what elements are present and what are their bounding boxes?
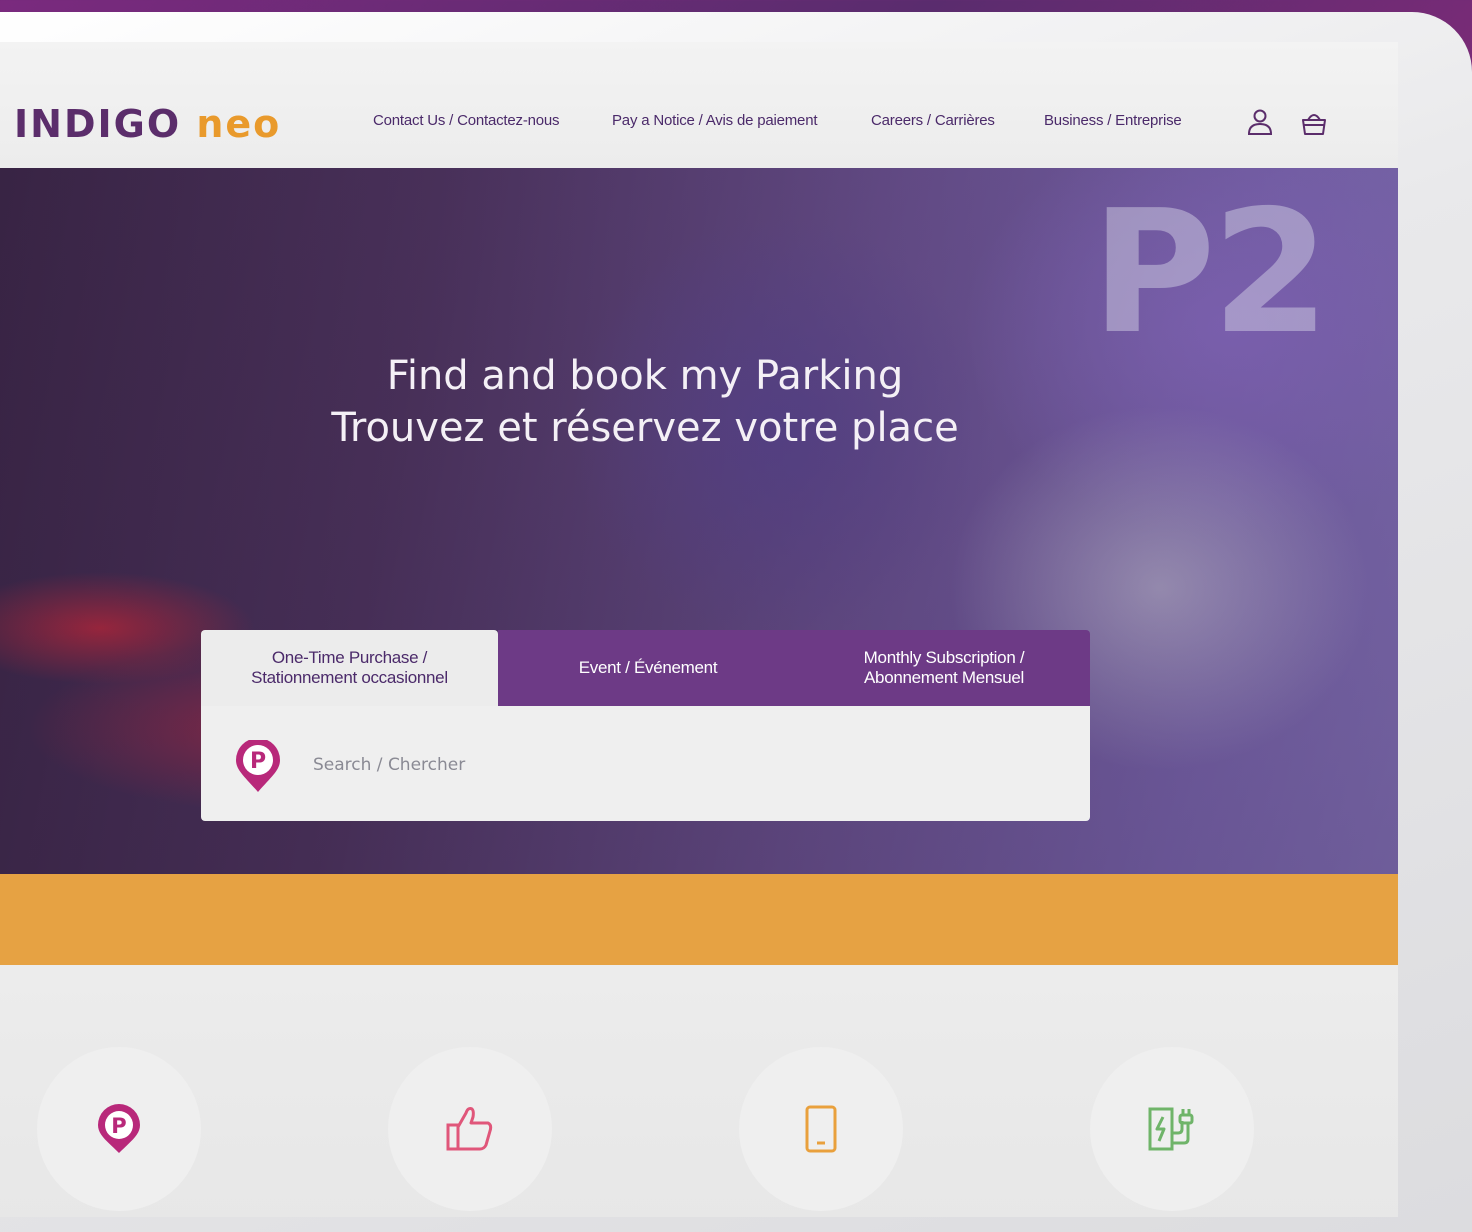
headline-fr: Trouvez et réservez votre place xyxy=(331,405,959,451)
search-input[interactable] xyxy=(311,746,1015,784)
indigo-neo-logo[interactable]: INDIGO neo xyxy=(14,102,281,146)
smartphone-icon xyxy=(805,1105,837,1153)
logo-neo: neo xyxy=(196,102,282,146)
tab-one-time-line2: Stationnement occasionnel xyxy=(251,668,448,687)
nav-pay-a-notice[interactable]: Pay a Notice / Avis de paiement xyxy=(612,112,818,129)
nav-careers[interactable]: Careers / Carrières xyxy=(871,112,995,129)
hero-banner: P2 Find and book my Parking Trouvez et r… xyxy=(0,168,1398,874)
thumbs-up-icon xyxy=(446,1107,493,1151)
features-section: P xyxy=(0,965,1398,1217)
logo-indigo: INDIGO xyxy=(14,102,182,146)
booking-tabs: One-Time Purchase / Stationnement occasi… xyxy=(201,630,1090,706)
tab-monthly-line1: Monthly Subscription / xyxy=(863,648,1025,667)
tab-monthly-line2: Abonnement Mensuel xyxy=(864,668,1024,687)
svg-text:P: P xyxy=(111,1114,126,1138)
site-header: INDIGO neo Contact Us / Contactez-nous P… xyxy=(0,42,1398,168)
feature-parking: P xyxy=(37,1047,201,1211)
tab-event-label: Event / Événement xyxy=(578,658,718,677)
feature-ev-charging xyxy=(1090,1047,1254,1211)
tab-event[interactable]: Event / Événement xyxy=(498,630,798,706)
nav-contact-us[interactable]: Contact Us / Contactez-nous xyxy=(373,112,560,129)
device-frame: INDIGO neo Contact Us / Contactez-nous P… xyxy=(0,12,1472,1232)
basket-icon[interactable] xyxy=(1300,108,1328,136)
ev-charger-icon xyxy=(1148,1107,1194,1151)
browser-screen: INDIGO neo Contact Us / Contactez-nous P… xyxy=(0,42,1398,1217)
orange-banner xyxy=(0,874,1398,965)
tab-one-time-line1: One-Time Purchase / xyxy=(271,648,428,667)
search-panel: P xyxy=(201,706,1090,821)
parking-level-sign: P2 xyxy=(1091,174,1330,372)
user-icon[interactable] xyxy=(1246,108,1274,136)
headline-en: Find and book my Parking xyxy=(386,353,904,399)
svg-text:P: P xyxy=(250,749,266,774)
feature-approval xyxy=(388,1047,552,1211)
feature-mobile xyxy=(739,1047,903,1211)
tab-one-time-purchase[interactable]: One-Time Purchase / Stationnement occasi… xyxy=(201,630,498,706)
tab-monthly-subscription[interactable]: Monthly Subscription / Abonnement Mensue… xyxy=(798,630,1090,706)
parking-pin-icon: P xyxy=(234,738,282,794)
nav-business[interactable]: Business / Entreprise xyxy=(1044,112,1182,129)
parking-pin-icon: P xyxy=(98,1104,140,1153)
